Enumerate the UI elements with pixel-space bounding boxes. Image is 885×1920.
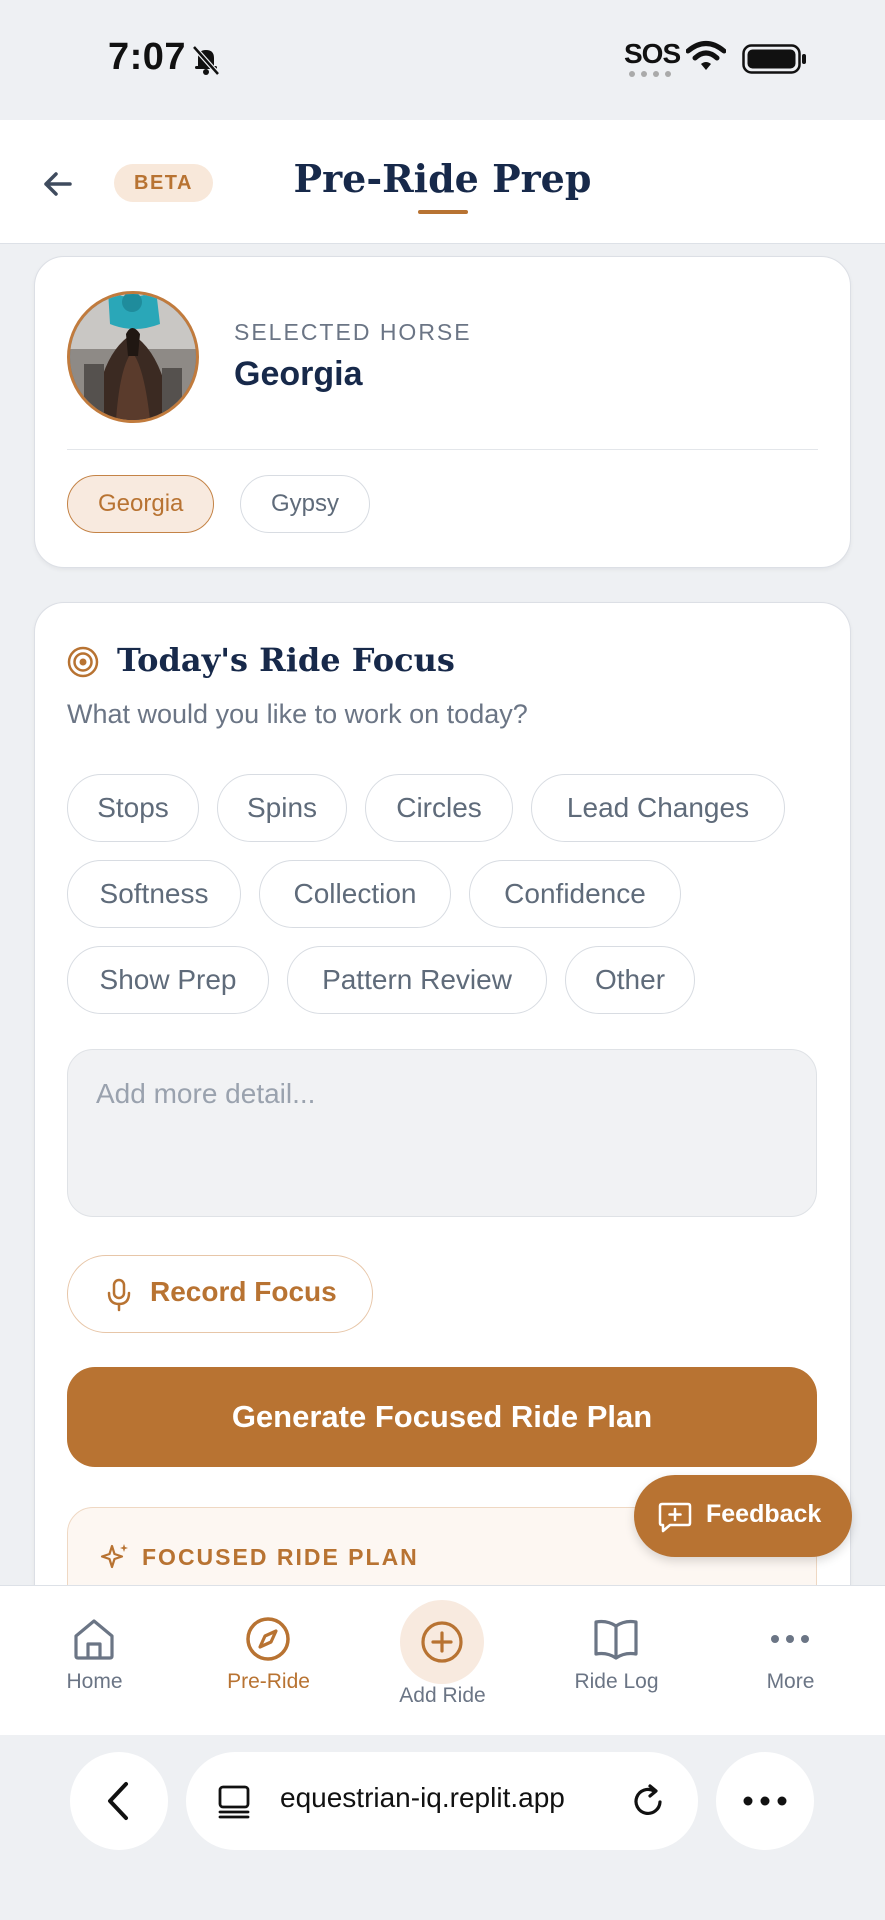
browser-more-button[interactable]: [716, 1752, 814, 1850]
chevron-left-icon: [108, 1782, 128, 1820]
horse-option-gypsy[interactable]: Gypsy: [240, 475, 371, 533]
nav-label-add-ride: Add Ride: [399, 1684, 486, 1707]
nav-item-home[interactable]: Home: [6, 1586, 183, 1736]
generate-ride-plan-button[interactable]: Generate Focused Ride Plan: [67, 1367, 817, 1467]
feedback-label: Feedback: [706, 1500, 822, 1528]
battery-icon: [742, 44, 806, 74]
more-dots-icon: [771, 1635, 809, 1643]
nav-item-ride-log[interactable]: Ride Log: [528, 1586, 705, 1736]
selected-horse-card: SELECTED HORSE Georgia Georgia Gypsy: [34, 256, 851, 568]
horse-option-georgia[interactable]: Georgia: [67, 475, 215, 533]
home-icon: [74, 1619, 114, 1660]
browser-back-button[interactable]: [70, 1752, 168, 1850]
app-header: BETA Pre-Ride Prep: [0, 120, 885, 244]
target-icon: [67, 646, 99, 678]
nav-label-home: Home: [66, 1670, 123, 1693]
ride-focus-title: Today's Ride Focus: [117, 641, 455, 679]
tab-overview-icon: [218, 1785, 250, 1819]
wifi-icon: [686, 41, 726, 70]
selected-horse-label: SELECTED HORSE: [234, 319, 472, 345]
signal-dots-icon: [629, 71, 671, 77]
feedback-message-icon: [658, 1502, 692, 1533]
browser-toolbar: equestrian-iq.replit.app: [0, 1735, 885, 1920]
status-bar: 7:07 SOS: [0, 0, 885, 120]
divider: [67, 449, 818, 450]
nav-item-more[interactable]: More: [702, 1586, 879, 1736]
bottom-navigation: Home Pre-Ride Add Ride Ride Log More: [0, 1585, 885, 1735]
bell-muted-icon: [192, 45, 220, 76]
url-bar[interactable]: equestrian-iq.replit.app: [186, 1752, 698, 1850]
focus-chip-show-prep[interactable]: Show Prep: [67, 946, 269, 1014]
reload-icon[interactable]: [630, 1782, 668, 1820]
url-text: equestrian-iq.replit.app: [280, 1782, 565, 1813]
microphone-icon: [107, 1278, 131, 1312]
ride-focus-subtitle: What would you like to work on today?: [67, 699, 528, 729]
nav-label-ride-log: Ride Log: [574, 1670, 659, 1693]
selected-horse-name: Georgia: [234, 355, 363, 393]
focus-chip-lead-changes[interactable]: Lead Changes: [531, 774, 785, 842]
feedback-button[interactable]: Feedback: [634, 1475, 852, 1557]
focus-chip-confidence[interactable]: Confidence: [469, 860, 681, 928]
focus-chip-stops[interactable]: Stops: [67, 774, 199, 842]
focus-chip-circles[interactable]: Circles: [365, 774, 513, 842]
book-icon: [594, 1619, 638, 1660]
focused-ride-plan-label: FOCUSED RIDE PLAN: [142, 1544, 419, 1570]
record-focus-label: Record Focus: [150, 1276, 337, 1307]
nav-item-pre-ride[interactable]: Pre-Ride: [180, 1586, 357, 1736]
ride-focus-card: Today's Ride Focus What would you like t…: [34, 602, 851, 1647]
record-focus-button[interactable]: Record Focus: [67, 1255, 373, 1333]
focus-chip-pattern-review[interactable]: Pattern Review: [287, 946, 547, 1014]
focus-chip-spins[interactable]: Spins: [217, 774, 347, 842]
horse-photo: [70, 294, 196, 420]
focus-chip-other[interactable]: Other: [565, 946, 695, 1014]
focus-chip-softness[interactable]: Softness: [67, 860, 241, 928]
nav-label-pre-ride: Pre-Ride: [227, 1670, 310, 1693]
sparkle-icon: [100, 1544, 128, 1569]
nav-label-more: More: [766, 1670, 815, 1693]
plus-circle-icon: [421, 1621, 463, 1663]
focus-detail-input[interactable]: Add more detail...: [67, 1049, 817, 1217]
compass-icon: [246, 1617, 290, 1661]
nav-item-add-ride[interactable]: Add Ride: [354, 1586, 531, 1736]
title-underline: [418, 210, 468, 214]
focus-chip-collection[interactable]: Collection: [259, 860, 451, 928]
ellipsis-icon: [743, 1796, 787, 1806]
sos-label: SOS: [624, 38, 681, 69]
page-title: Pre-Ride Prep: [293, 156, 592, 201]
status-time: 7:07: [108, 36, 187, 78]
horse-avatar[interactable]: [67, 291, 199, 423]
